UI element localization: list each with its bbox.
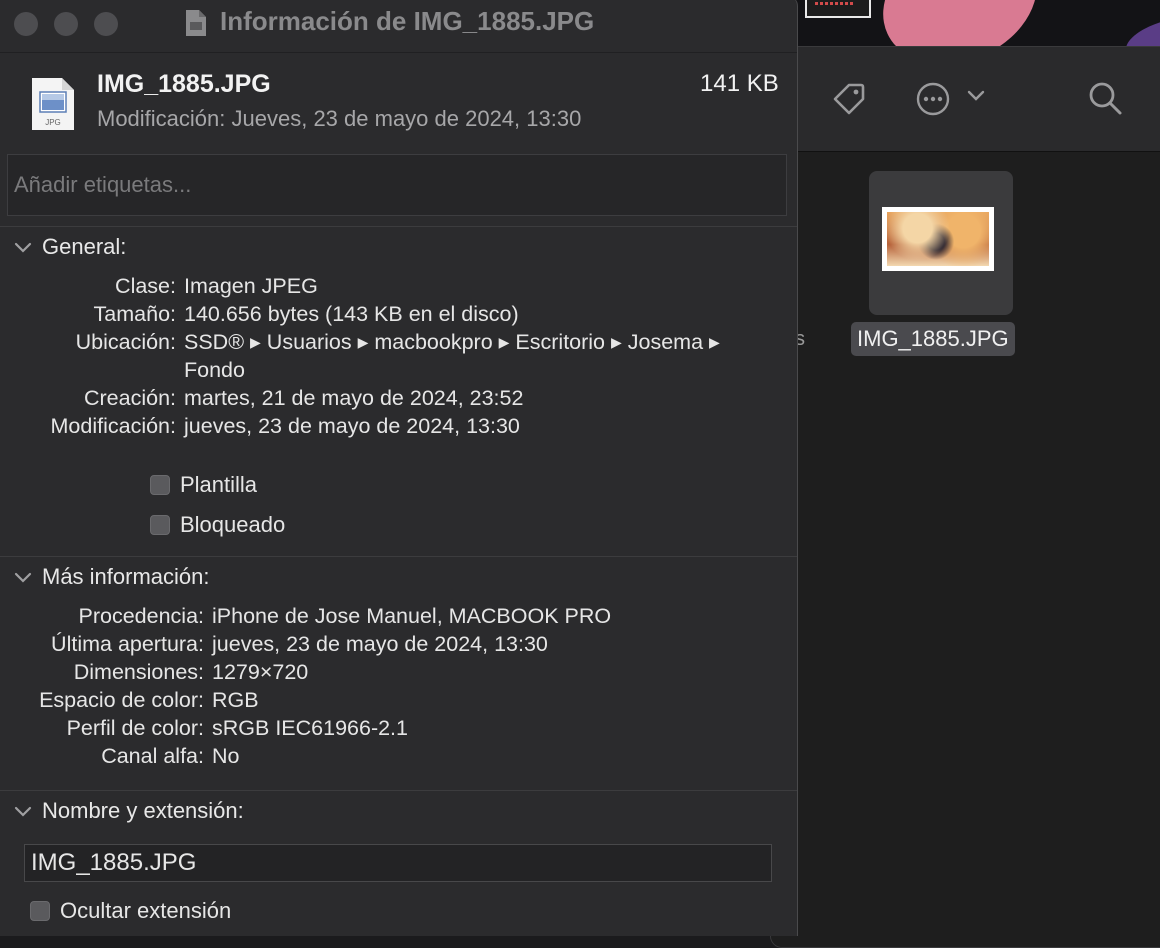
info-row: Fondo (0, 358, 797, 386)
file-name-input[interactable] (24, 844, 772, 882)
info-row: Espacio de color: RGB (0, 688, 797, 716)
search-icon[interactable] (1087, 80, 1125, 123)
window-title: Información de IMG_1885.JPG (220, 6, 595, 36)
title-bar[interactable]: Información de IMG_1885.JPG (0, 0, 797, 53)
info-row: Última apertura: jueves, 23 de mayo de 20… (0, 632, 797, 660)
chevron-down-icon[interactable] (967, 89, 985, 108)
section-divider (0, 556, 797, 557)
section-divider (0, 226, 797, 227)
jpg-icon-text: JPG (45, 118, 61, 127)
info-row-label: Última apertura: (51, 632, 204, 656)
section-more-info-heading: Más información: (42, 564, 210, 589)
info-row-value: Fondo (184, 358, 245, 382)
file-size: 141 KB (700, 70, 779, 97)
info-row: Creación: martes, 21 de mayo de 2024, 23:… (0, 386, 797, 414)
hide-extension-label: Ocultar extensión (60, 898, 232, 923)
hide-extension-row[interactable]: Ocultar extensión (30, 898, 231, 924)
jpg-file-icon: JPG (30, 76, 76, 137)
info-row-value: No (212, 744, 240, 768)
section-more-info-toggle[interactable]: Más información: (14, 564, 210, 590)
info-row: Tamaño: 140.656 bytes (143 KB en el disco… (0, 302, 797, 330)
section-name-ext-heading: Nombre y extensión: (42, 798, 244, 823)
modified-value: Jueves, 23 de mayo de 2024, 13:30 (231, 106, 582, 131)
wallpaper-window-fragment (805, 0, 871, 18)
finder-file-label[interactable]: IMG_1885.JPG (851, 322, 1015, 356)
more-info-rows: Procedencia: iPhone de Jose Manuel, MACBO… (0, 604, 797, 772)
info-row-label: Perfil de color: (66, 716, 204, 740)
finder-toolbar (771, 47, 1160, 152)
section-divider (0, 790, 797, 791)
more-actions-icon[interactable] (915, 81, 951, 122)
modified-summary: Modificación: Jueves, 23 de mayo de 2024… (97, 106, 581, 132)
info-row-value: jueves, 23 de mayo de 2024, 13:30 (212, 632, 548, 656)
modified-label: Modificación: (97, 106, 226, 131)
template-checkbox-label: Plantilla (180, 472, 258, 497)
info-row-label: Procedencia: (78, 604, 205, 628)
tags-input[interactable] (7, 154, 787, 216)
locked-checkbox-row[interactable]: Bloqueado (150, 512, 285, 538)
info-row-label: Clase: (115, 274, 176, 298)
document-icon (184, 8, 208, 43)
thumbnail-artwork (887, 212, 989, 266)
info-row-label: Creación: (83, 386, 176, 410)
info-row-value: iPhone de Jose Manuel, MACBOOK PRO (212, 604, 612, 628)
info-row: Canal alfa: No (0, 744, 797, 772)
locked-checkbox[interactable] (150, 515, 170, 535)
info-row-value: jueves, 23 de mayo de 2024, 13:30 (184, 414, 520, 438)
section-general-heading: General: (42, 234, 127, 259)
locked-checkbox-label: Bloqueado (180, 512, 286, 537)
info-row-label: Espacio de color: (39, 688, 204, 712)
template-checkbox[interactable] (150, 475, 170, 495)
get-info-window: Información de IMG_1885.JPG JPG IMG_1885… (0, 0, 798, 936)
disclosure-chevron-icon (14, 798, 32, 824)
info-row-label: Canal alfa: (101, 744, 204, 768)
info-row-label: Modificación: (50, 414, 176, 438)
disclosure-chevron-icon (14, 564, 32, 590)
finder-window: s IMG_1885.JPG (770, 46, 1160, 948)
file-thumbnail-tile[interactable] (869, 171, 1013, 315)
info-row-value: SSD® ▸ Usuarios ▸ macbookpro ▸ Escritori… (184, 330, 720, 354)
info-row-label: Dimensiones: (73, 660, 204, 684)
close-button[interactable] (14, 12, 38, 36)
hide-extension-checkbox[interactable] (30, 901, 50, 921)
file-name-heading: IMG_1885.JPG (97, 70, 271, 98)
image-thumbnail (882, 207, 994, 271)
minimize-button[interactable] (54, 12, 78, 36)
tag-icon[interactable] (829, 79, 869, 124)
info-row-label: Tamaño: (93, 302, 176, 326)
info-row: Clase: Imagen JPEG (0, 274, 797, 302)
info-row: Dimensiones: 1279×720 (0, 660, 797, 688)
info-row-value: 1279×720 (212, 660, 309, 684)
disclosure-chevron-icon (14, 234, 32, 260)
info-row-value: sRGB IEC61966-2.1 (212, 716, 408, 740)
info-row: Perfil de color: sRGB IEC61966-2.1 (0, 716, 797, 744)
general-info-rows: Clase: Imagen JPEG Tamaño: 140.656 bytes (1… (0, 274, 797, 442)
info-row: Ubicación: SSD® ▸ Usuarios ▸ macbookpro ▸… (0, 330, 797, 358)
info-row-value: martes, 21 de mayo de 2024, 23:52 (184, 386, 524, 410)
zoom-button[interactable] (94, 12, 118, 36)
info-row-value: 140.656 bytes (143 KB en el disco) (184, 302, 519, 326)
info-row-value: RGB (212, 688, 259, 712)
info-row: Modificación: jueves, 23 de mayo de 2024,… (0, 414, 797, 442)
finder-content: s IMG_1885.JPG (771, 152, 1160, 947)
section-general-toggle[interactable]: General: (14, 234, 126, 260)
info-row-label: Ubicación: (75, 330, 176, 354)
section-name-ext-toggle[interactable]: Nombre y extensión: (14, 798, 244, 824)
info-row-value: Imagen JPEG (184, 274, 318, 298)
info-row: Procedencia: iPhone de Jose Manuel, MACBO… (0, 604, 797, 632)
template-checkbox-row[interactable]: Plantilla (150, 472, 257, 498)
